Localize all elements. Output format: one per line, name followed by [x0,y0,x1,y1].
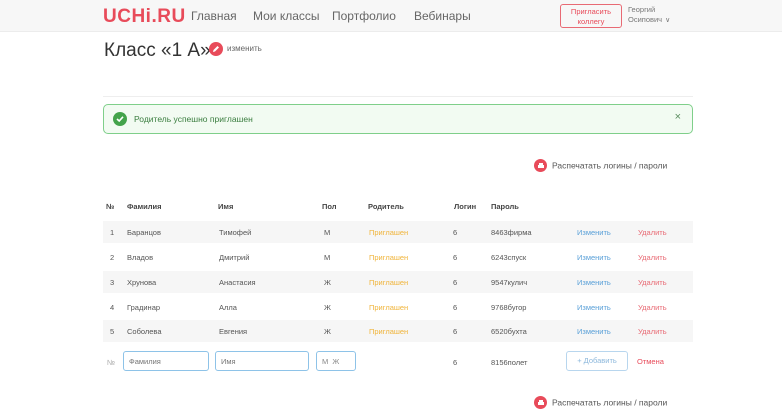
row-login: 6 [453,253,458,262]
row-surname: Градинар [127,303,161,312]
row-parent-status: Приглашен [369,303,409,312]
table-row: 4 Градинар Алла Ж Приглашен 6 9768бугор … [103,296,693,318]
top-bar: UCHi.RU Главная Мои классы Портфолио Веб… [0,0,782,32]
nav-my-classes[interactable]: Мои классы [253,9,320,23]
invite-line-2: коллегу [577,17,605,26]
delete-student-link[interactable]: Удалить [638,303,667,312]
invite-line-1: Пригласить [570,7,612,16]
edit-student-link[interactable]: Изменить [577,303,611,312]
page-title: Класс «1 А» [104,40,211,61]
row-number: 4 [110,303,115,312]
row-name: Тимофей [219,228,252,237]
table-row: 1 Баранцов Тимофей М Приглашен 6 8463фир… [103,221,693,243]
nav-main[interactable]: Главная [191,9,237,23]
invite-colleague-button[interactable]: Пригласить коллегу [560,4,622,28]
edit-student-link[interactable]: Изменить [577,278,611,287]
chevron-down-icon: ∨ [665,17,671,24]
table-row: 3 Хрунова Анастасия Ж Приглашен 6 9547ку… [103,271,693,293]
nav-webinars[interactable]: Вебинары [414,9,471,23]
add-student-button[interactable]: + Добавить [566,351,628,371]
divider [103,96,693,97]
row-surname: Владов [127,253,154,262]
edit-student-link[interactable]: Изменить [577,253,611,262]
row-password: 8463фирма [491,228,532,237]
print-label: Распечатать логины / пароли [552,160,668,171]
success-alert: Родитель успешно приглашен × [103,104,693,134]
row-name: Евгения [219,327,248,336]
row-gender: М [324,253,331,262]
row-parent-status: Приглашен [369,228,409,237]
row-surname: Баранцов [127,228,161,237]
col-header-login: Логин [454,202,477,211]
col-header-parent: Родитель [368,202,404,211]
row-parent-status: Приглашен [369,278,409,287]
col-header-surname: Фамилия [127,202,162,211]
print-logins-link-top[interactable]: Распечатать логины / пароли [534,159,667,172]
row-gender: М [324,228,331,237]
new-row-number: № [107,358,116,367]
row-password: 6243спуск [491,253,527,262]
printer-icon [534,159,547,172]
row-number: 3 [110,278,115,287]
col-header-number: № [106,202,115,211]
row-gender: Ж [324,327,331,336]
row-number: 2 [110,253,115,262]
row-gender: Ж [324,303,331,312]
name-input[interactable] [215,351,309,371]
edit-student-link[interactable]: Изменить [577,228,611,237]
row-surname: Соболева [127,327,162,336]
row-surname: Хрунова [127,278,157,287]
row-password: 9768бугор [491,303,527,312]
printer-icon [534,396,547,409]
user-first-name: Георгий [628,5,656,14]
row-parent-status: Приглашен [369,327,409,336]
new-row-password: 8156полет [491,358,528,367]
check-icon [113,112,127,126]
gender-toggle[interactable]: М Ж [316,351,356,371]
close-icon[interactable]: × [675,111,681,123]
edit-class-link[interactable]: изменить [227,44,262,53]
surname-input[interactable] [123,351,209,371]
delete-student-link[interactable]: Удалить [638,327,667,336]
row-name: Анастасия [219,278,256,287]
row-parent-status: Приглашен [369,253,409,262]
table-row: 2 Владов Дмитрий М Приглашен 6 6243спуск… [103,246,693,268]
col-header-password: Пароль [491,202,519,211]
col-header-name: Имя [218,202,234,211]
row-number: 1 [110,228,115,237]
col-header-gender: Пол [322,202,337,211]
logo[interactable]: UCHi.RU [103,6,186,28]
gender-male-option[interactable]: М [322,357,328,366]
row-number: 5 [110,327,115,336]
print-label: Распечатать логины / пароли [552,397,668,408]
row-name: Дмитрий [219,253,250,262]
row-login: 6 [453,278,458,287]
row-login: 6 [453,303,458,312]
nav-portfolio[interactable]: Портфолио [332,9,396,23]
row-name: Алла [219,303,237,312]
alert-message: Родитель успешно приглашен [134,114,253,124]
row-gender: Ж [324,278,331,287]
row-password: 9547кулич [491,278,528,287]
new-row-login: 6 [453,358,458,367]
user-menu[interactable]: Георгий Осипович ∨ [628,5,670,26]
delete-student-link[interactable]: Удалить [638,228,667,237]
print-logins-link-bottom[interactable]: Распечатать логины / пароли [534,396,667,409]
row-login: 6 [453,327,458,336]
pencil-icon[interactable] [209,42,223,56]
table-row: 5 Соболева Евгения Ж Приглашен 6 6520бух… [103,320,693,342]
row-password: 6520бухта [491,327,527,336]
edit-student-link[interactable]: Изменить [577,327,611,336]
gender-female-option[interactable]: Ж [332,357,339,366]
row-login: 6 [453,228,458,237]
delete-student-link[interactable]: Удалить [638,253,667,262]
user-patronymic: Осипович [628,15,663,24]
cancel-link[interactable]: Отмена [637,357,664,366]
delete-student-link[interactable]: Удалить [638,278,667,287]
